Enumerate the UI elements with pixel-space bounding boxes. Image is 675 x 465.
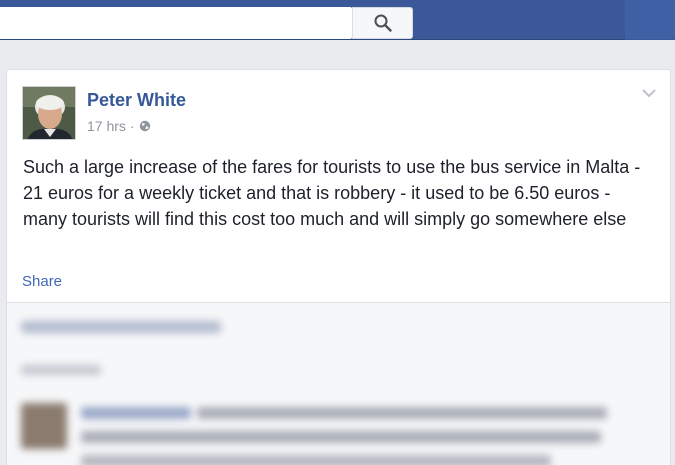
globe-icon[interactable] (139, 120, 151, 132)
search-button[interactable] (352, 7, 413, 39)
author-name-link[interactable]: Peter White (87, 90, 186, 111)
post-timestamp[interactable]: 17 hrs (87, 118, 126, 134)
blurred-comment-line (81, 407, 191, 419)
blurred-comment-line (81, 431, 601, 443)
blurred-reactions-line (21, 321, 221, 333)
post-meta: 17 hrs · (87, 118, 151, 134)
post-card: Peter White 17 hrs · Such a large increa… (6, 69, 671, 465)
share-link[interactable]: Share (22, 273, 62, 290)
meta-separator: · (129, 118, 135, 134)
blurred-reactions-line (21, 365, 101, 375)
topbar-nav-block[interactable] (625, 0, 675, 40)
search-icon (374, 14, 392, 32)
post-body-text: Such a large increase of the fares for t… (23, 157, 641, 229)
chevron-down-icon[interactable] (640, 86, 658, 100)
blurred-comments-area (7, 302, 670, 465)
profile-photo (23, 87, 75, 139)
search-input[interactable] (0, 7, 352, 39)
avatar[interactable] (22, 86, 76, 140)
top-navigation-bar (0, 0, 675, 40)
blurred-comment-line (81, 455, 551, 465)
blurred-comment-line (197, 407, 607, 419)
blurred-commenter-avatar (21, 403, 67, 449)
